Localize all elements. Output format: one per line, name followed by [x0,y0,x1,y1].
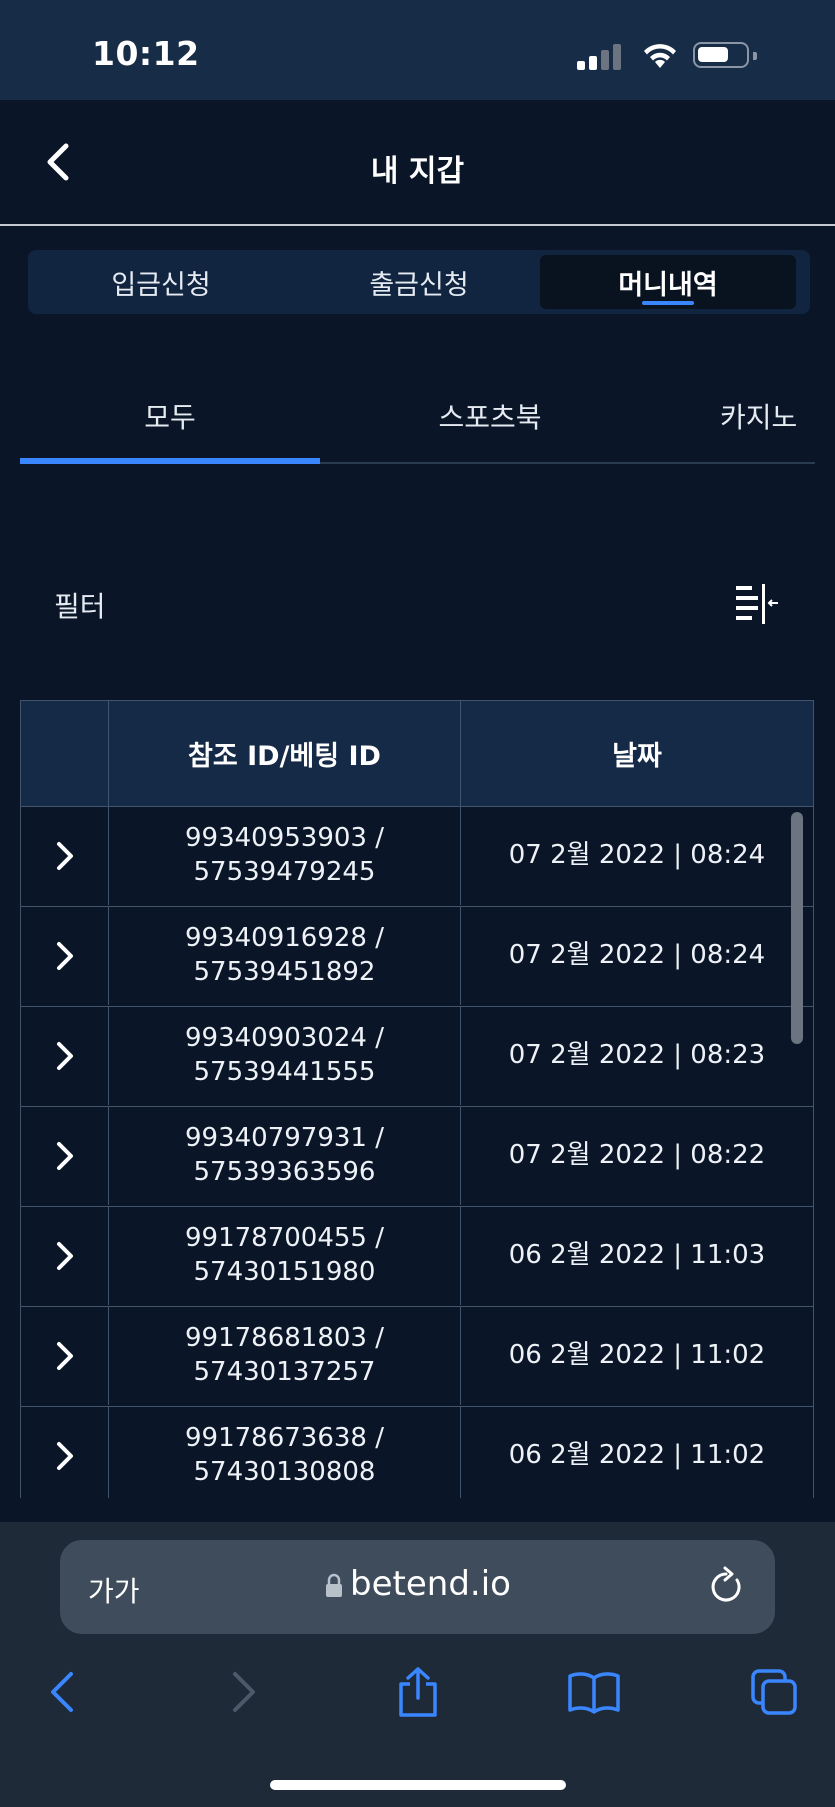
reload-button[interactable] [703,1564,749,1610]
column-header-ref-id: 참조 ID/베팅 ID [108,701,460,806]
expand-chevron-icon[interactable] [21,807,108,905]
browser-back-button[interactable] [32,1664,92,1720]
reload-icon [711,1566,741,1602]
date-cell: 06 2월 2022 | 11:03 [460,1207,813,1305]
expand-chevron-icon[interactable] [21,1307,108,1405]
date-cell: 07 2월 2022 | 08:23 [460,1007,813,1105]
filter-label: 필터 [54,590,106,623]
table-scrollbar[interactable] [791,812,803,1044]
table-row[interactable]: 99340797931 /57539363596 07 2월 2022 | 08… [21,1107,813,1207]
nav-header: 내 지갑 [0,100,835,226]
table-row[interactable]: 99340953903 /57539479245 07 2월 2022 | 08… [21,807,813,907]
tabs-icon [751,1669,797,1715]
table-row[interactable]: 99178673638 /57430130808 06 2월 2022 | 11… [21,1407,813,1498]
book-icon [568,1672,620,1714]
segment-withdraw[interactable]: 출금신청 [291,255,547,309]
tabs-button[interactable] [744,1664,804,1720]
ref-bet-id-cell: 99340797931 /57539363596 [108,1107,460,1205]
url-text: betend.io [350,1564,511,1604]
table-row[interactable]: 99178700455 /57430151980 06 2월 2022 | 11… [21,1207,813,1307]
share-icon [399,1667,437,1717]
category-tabs: 모두 스포츠북 카지노 [20,370,815,464]
tab-label: 스포츠북 [438,401,542,434]
expand-chevron-icon[interactable] [21,1407,108,1498]
wallet-segmented-control: 입금신청 출금신청 머니내역 [28,250,810,314]
tab-sportsbook[interactable]: 스포츠북 [330,370,650,462]
browser-bar: 가가 betend.io [0,1522,835,1807]
table-header: 참조 ID/베팅 ID 날짜 [21,700,813,807]
battery-icon [693,42,749,68]
table-row[interactable]: 99340903024 /57539441555 07 2월 2022 | 08… [21,1007,813,1107]
segment-deposit[interactable]: 입금신청 [33,255,289,309]
date-cell: 07 2월 2022 | 08:24 [460,807,813,905]
ref-bet-id-cell: 99178681803 /57430137257 [108,1307,460,1405]
expand-chevron-icon[interactable] [21,1107,108,1205]
tab-label: 카지노 [720,401,798,434]
browser-forward-button[interactable] [214,1664,274,1720]
status-time: 10:12 [92,34,200,73]
chevron-right-icon [233,1672,255,1712]
column-header-date: 날짜 [460,701,813,806]
chevron-left-icon [51,1672,73,1712]
share-button[interactable] [388,1664,448,1720]
table-row[interactable]: 99178681803 /57430137257 06 2월 2022 | 11… [21,1307,813,1407]
date-cell: 07 2월 2022 | 08:24 [460,907,813,1005]
segment-active-indicator [642,301,694,305]
ref-bet-id-cell: 99178673638 /57430130808 [108,1407,460,1498]
filter-button[interactable] [732,582,780,626]
ref-bet-id-cell: 99178700455 /57430151980 [108,1207,460,1305]
ref-bet-id-cell: 99340953903 /57539479245 [108,807,460,905]
segment-money-history[interactable]: 머니내역 [540,255,796,309]
segment-label: 입금신청 [111,269,211,301]
home-indicator [270,1780,566,1790]
wifi-icon [644,44,676,68]
cellular-signal-icon [577,44,621,70]
date-cell: 07 2월 2022 | 08:22 [460,1107,813,1205]
tab-all[interactable]: 모두 [20,370,320,462]
lock-icon [326,1573,343,1597]
tab-active-indicator [20,458,320,464]
filter-sort-icon [736,584,778,624]
status-bar: 10:12 [0,0,835,100]
date-cell: 06 2월 2022 | 11:02 [460,1307,813,1405]
tab-casino[interactable]: 카지노 [720,370,815,462]
segment-label: 출금신청 [369,269,469,301]
expand-chevron-icon[interactable] [21,907,108,1005]
ref-bet-id-cell: 99340916928 /57539451892 [108,907,460,1005]
money-history-table: 참조 ID/베팅 ID 날짜 99340953903 /57539479245 … [20,700,814,1498]
table-row[interactable]: 99340916928 /57539451892 07 2월 2022 | 08… [21,907,813,1007]
expand-chevron-icon[interactable] [21,1007,108,1105]
page-title: 내 지갑 [370,154,465,189]
ref-bet-id-cell: 99340903024 /57539441555 [108,1007,460,1105]
segment-label: 머니내역 [618,269,718,301]
expand-chevron-icon[interactable] [21,1207,108,1305]
url-display: betend.io [60,1564,775,1604]
bookmarks-button[interactable] [564,1664,624,1720]
tab-label: 모두 [144,401,196,434]
status-icons [577,38,777,72]
date-cell: 06 2월 2022 | 11:02 [460,1407,813,1498]
address-bar[interactable]: 가가 betend.io [60,1540,775,1634]
